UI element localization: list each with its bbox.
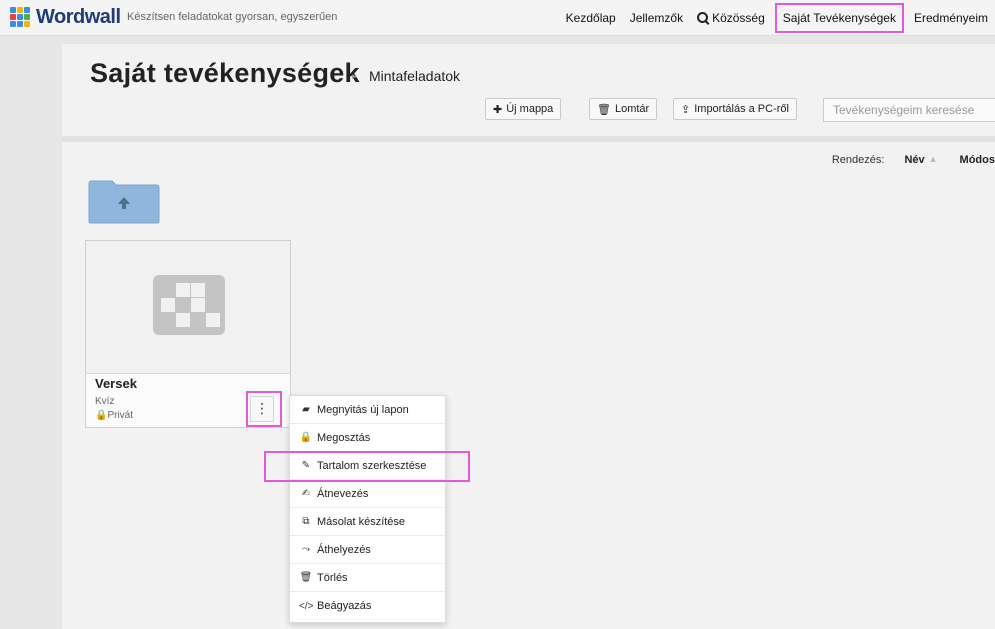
nav-results[interactable]: Eredményeim: [907, 4, 995, 32]
menu-label: Megnyitás új lapon: [317, 403, 409, 416]
menu-rename[interactable]: ✍ Átnevezés: [290, 480, 445, 508]
import-label: Importálás a PC-ről: [694, 103, 789, 115]
menu-share[interactable]: 🔒 Megosztás: [290, 424, 445, 452]
sort-arrow-icon: ▲: [928, 154, 938, 164]
privacy-label: Privát: [107, 410, 134, 421]
tagline: Készítsen feladatokat gyorsan, egyszerűe…: [127, 11, 338, 23]
copy-icon: ⧉: [302, 516, 310, 527]
menu-duplicate[interactable]: ⧉ Másolat készítése: [290, 508, 445, 536]
logo-text: Wordwall: [36, 5, 121, 28]
highlight-edit-content: [264, 451, 470, 482]
content-panel: Saját tevékenységek ▸ Mintafeladatok ✚ Ú…: [62, 44, 995, 629]
nav-community-label: Közösség: [712, 11, 765, 25]
nav-my-activities[interactable]: Saját Tevékenységek: [774, 3, 904, 33]
activity-title[interactable]: Versek: [95, 376, 137, 391]
context-menu: ▰ Megnyitás új lapon 🔒 Megosztás ✎ Tartalom…: [289, 395, 446, 623]
sort-by-name[interactable]: Név: [904, 154, 924, 166]
breadcrumb-separator-icon: ▸: [352, 71, 357, 81]
nav-community[interactable]: Közösség: [690, 4, 772, 32]
new-folder-label: Új mappa: [506, 103, 554, 115]
import-button[interactable]: ⇪ Importálás a PC-ről: [673, 98, 797, 120]
trash-label: Lomtár: [614, 103, 650, 115]
folder-up-icon[interactable]: [88, 180, 160, 224]
new-folder-button[interactable]: ✚ Új mappa: [485, 98, 562, 120]
menu-label: Megosztás: [317, 431, 371, 444]
code-icon: </>: [299, 600, 314, 612]
trash-button[interactable]: 🗑 Lomtár: [589, 98, 658, 120]
top-bar: Wordwall Készítsen feladatokat gyorsan, …: [0, 0, 995, 36]
sort-label: Rendezés:: [831, 154, 885, 166]
edit-icon: ✍: [301, 488, 311, 499]
sort-by-modified[interactable]: Módos: [960, 154, 995, 166]
menu-delete[interactable]: 🗑 Törlés: [290, 564, 445, 592]
folder-open-icon: ▰: [302, 404, 310, 415]
crossword-grid-icon: [153, 275, 225, 335]
trash-icon: 🗑: [597, 103, 611, 116]
upload-icon: ⇪: [681, 103, 691, 116]
menu-label: Törlés: [317, 571, 348, 584]
nav-home[interactable]: Kezdőlap: [559, 4, 623, 32]
main-nav: Kezdőlap Jellemzők Közösség Saját Tevéke…: [559, 3, 995, 33]
breadcrumb-current: Mintafeladatok: [369, 68, 461, 84]
menu-open-new-tab[interactable]: ▰ Megnyitás új lapon: [290, 396, 445, 424]
search-icon: [697, 12, 709, 23]
menu-label: Átnevezés: [317, 487, 369, 500]
menu-embed[interactable]: </> Beágyazás: [290, 592, 445, 620]
page-title: Saját tevékenységek: [90, 58, 360, 88]
highlight-more-options: [246, 391, 282, 427]
page-header: Saját tevékenységek ▸ Mintafeladatok ✚ Ú…: [62, 44, 995, 142]
lock-icon: 🔒: [95, 410, 108, 421]
menu-label: Áthelyezés: [317, 543, 371, 556]
logo-icon: [10, 7, 32, 27]
menu-label: Beágyazás: [317, 600, 372, 612]
move-icon: ⤳: [302, 544, 310, 555]
activity-privacy: 🔒Privát: [95, 410, 133, 421]
trash-icon: 🗑: [299, 572, 313, 583]
menu-move[interactable]: ⤳ Áthelyezés: [290, 536, 445, 564]
menu-label: Másolat készítése: [317, 515, 406, 528]
sort-bar: Rendezés: Név ▲ Módos: [832, 154, 995, 166]
wordwall-logo[interactable]: Wordwall: [10, 6, 121, 28]
nav-features[interactable]: Jellemzők: [623, 4, 690, 32]
search-input[interactable]: [823, 98, 995, 122]
activity-type: Kvíz: [95, 396, 115, 407]
lock-icon: 🔒: [299, 432, 313, 443]
activity-thumbnail[interactable]: [86, 241, 290, 374]
plus-icon: ✚: [493, 103, 503, 116]
